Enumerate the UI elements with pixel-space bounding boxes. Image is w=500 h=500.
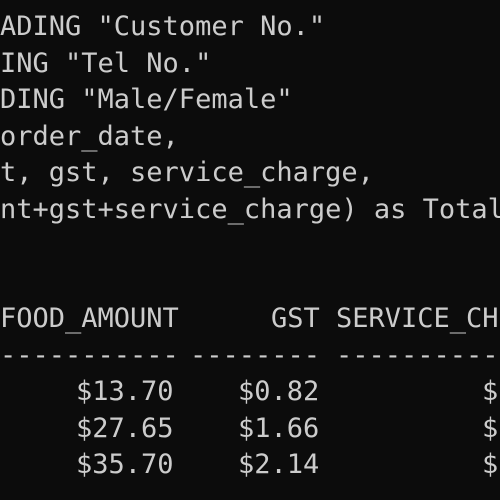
sql-line: order_date, [0, 121, 179, 152]
sql-line: ING "Tel No." [0, 48, 212, 79]
sql-line: nt+gst+service_charge) as Total, [0, 194, 500, 225]
separator-gst: -------- [190, 340, 321, 371]
cell-gst: $2.14 [238, 449, 320, 480]
cell-food-amount: $35.70 [76, 449, 174, 480]
cell-service-charge: $ [482, 376, 499, 407]
column-header-service-charge: SERVICE_CH [336, 303, 499, 334]
sql-line: t, gst, service_charge, [0, 157, 374, 188]
sql-line: ADING "Customer No." [0, 11, 326, 42]
cell-food-amount: $13.70 [76, 376, 174, 407]
cell-service-charge: $ [482, 449, 499, 480]
result-separator-row: ----------- -------- ---------- [0, 338, 499, 375]
column-header-gst: GST [271, 303, 320, 334]
separator-service-charge: ---------- [336, 340, 499, 371]
separator-food-amount: ----------- [0, 340, 179, 371]
cell-gst: $1.66 [238, 413, 320, 444]
cell-gst: $0.82 [238, 376, 320, 407]
terminal-window: ADING "Customer No." ING "Tel No." DING … [0, 0, 500, 500]
cell-service-charge: $ [482, 413, 499, 444]
result-row: $13.70 $0.82 $ [0, 374, 498, 411]
result-row: $27.65 $1.66 $ [0, 411, 498, 448]
sql-line: DING "Male/Female" [0, 84, 293, 115]
result-row: $35.70 $2.14 $ [0, 447, 498, 484]
result-header-row: FOOD_AMOUNT GST SERVICE_CH [0, 301, 499, 338]
cell-food-amount: $27.65 [76, 413, 174, 444]
column-header-food-amount: FOOD_AMOUNT [0, 303, 179, 334]
